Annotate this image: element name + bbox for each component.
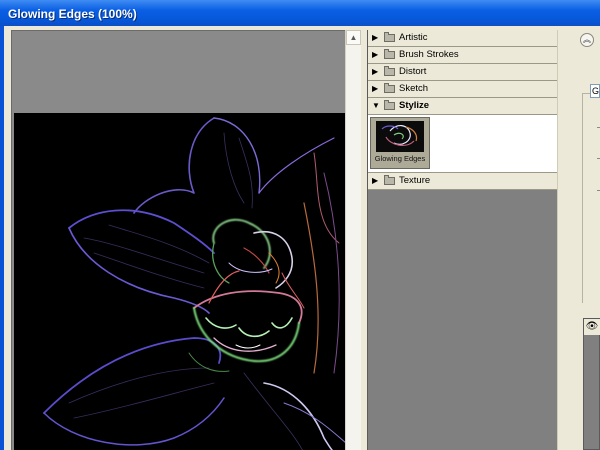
double-chevron-up-icon[interactable]: ︽: [580, 33, 594, 47]
filter-category-list: ▶ Artistic ▶ Brush Strokes ▶ Distort ▶ S…: [368, 30, 557, 190]
category-stylize[interactable]: ▼ Stylize: [368, 98, 557, 115]
preview-image: [14, 113, 346, 450]
triangle-right-icon: ▶: [372, 67, 379, 76]
category-brush-strokes[interactable]: ▶ Brush Strokes: [368, 47, 557, 64]
folder-icon: [384, 32, 395, 42]
triangle-right-icon: ▶: [372, 33, 379, 42]
folder-icon: [384, 49, 395, 59]
filter-select-value: G: [592, 86, 600, 96]
category-label: Brush Strokes: [399, 49, 459, 60]
glowing-edges-preview-icon: [376, 121, 424, 152]
filter-gallery[interactable]: ▶ Artistic ▶ Brush Strokes ▶ Distort ▶ S…: [367, 30, 557, 450]
category-label: Texture: [399, 175, 431, 186]
category-distort[interactable]: ▶ Distort: [368, 64, 557, 81]
filter-settings-group: [582, 93, 600, 303]
category-label: Stylize: [399, 100, 430, 111]
preview-pane[interactable]: [11, 30, 361, 450]
scroll-up-arrow-icon[interactable]: ▲: [346, 30, 361, 45]
filter-select-dropdown[interactable]: G: [590, 84, 600, 98]
window-frame-inner: [4, 26, 7, 450]
filter-thumbnail-glowing-edges[interactable]: Glowing Edges: [370, 117, 430, 169]
category-texture[interactable]: ▶ Texture: [368, 173, 557, 190]
eye-icon[interactable]: 👁: [584, 319, 600, 335]
triangle-right-icon: ▶: [372, 84, 379, 93]
gallery-scrollbar[interactable]: [557, 30, 570, 450]
triangle-right-icon: ▶: [372, 50, 379, 59]
category-label: Sketch: [399, 83, 429, 94]
window-titlebar[interactable]: Glowing Edges (100%): [0, 0, 600, 26]
filter-thumbnail-label: Glowing Edges: [374, 154, 426, 163]
category-label: Artistic: [399, 32, 428, 43]
triangle-right-icon: ▶: [372, 176, 379, 185]
folder-icon: [384, 175, 395, 185]
orchid-glowing-edges-image: [43, 117, 346, 450]
preview-scrollbar[interactable]: ▲: [345, 30, 361, 450]
category-sketch[interactable]: ▶ Sketch: [368, 81, 557, 98]
stylize-filter-thumbnails: Glowing Edges: [368, 115, 557, 173]
triangle-down-icon: ▼: [372, 101, 380, 110]
effect-layers-panel[interactable]: [583, 318, 600, 450]
folder-icon: [384, 83, 395, 93]
window-title: Glowing Edges (100%): [8, 7, 137, 21]
folder-icon: [384, 66, 395, 76]
category-artistic[interactable]: ▶ Artistic: [368, 30, 557, 47]
open-folder-icon: [384, 100, 395, 110]
category-label: Distort: [399, 66, 427, 77]
